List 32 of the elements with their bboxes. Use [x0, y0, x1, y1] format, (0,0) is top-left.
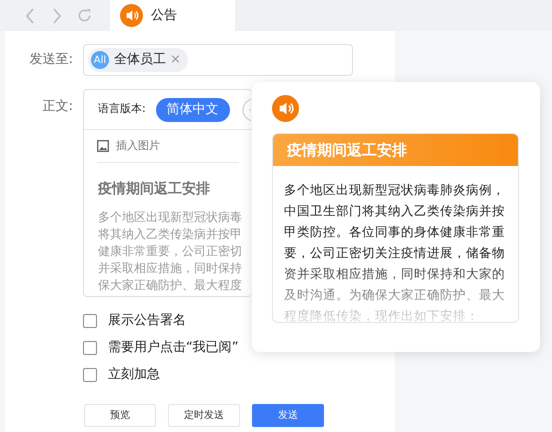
- recipient-field[interactable]: All 全体员工 ×: [83, 44, 353, 76]
- forward-icon[interactable]: [52, 8, 62, 24]
- speaker-icon: [272, 95, 299, 122]
- editor-text-line: 将其纳入乙类传染病并按甲: [98, 226, 242, 243]
- field-label: 发送至:: [28, 51, 74, 70]
- field-label: 正文:: [42, 98, 74, 116]
- editor-text-line: 保大家正确防护、最大程度: [98, 277, 242, 294]
- editor-text-line: 多个地区出现新型冠状病毒: [98, 209, 242, 226]
- preview-text: 多个地区出现新型冠状病毒肺炎病例，中国卫生部门将其纳入乙类传染病并按甲类防控。各位同事的身体健康非常重要，公司正密切关注疫情进展，储备物资并采取相应措施，同时保持和大家的及时沟通。为确保大家正确防护、最大程度降低传染，现作出如下安排：: [284, 181, 506, 322]
- checkbox-label: 需要用户点击“我已阅”: [108, 339, 238, 358]
- action-button[interactable]: 预览: [84, 404, 156, 427]
- avatar: All: [91, 51, 109, 69]
- checkbox-label: 立刻加急: [108, 366, 160, 384]
- checkbox[interactable]: [83, 368, 97, 382]
- checkbox[interactable]: [83, 341, 97, 355]
- language-tab[interactable]: 简体中文: [156, 98, 230, 122]
- reload-icon[interactable]: [77, 8, 92, 23]
- checkbox[interactable]: [83, 314, 97, 328]
- back-icon[interactable]: [25, 8, 35, 24]
- action-button[interactable]: 定时发送: [168, 404, 240, 427]
- action-button[interactable]: 发送: [252, 404, 324, 427]
- recipient-chip: All 全体员工 ×: [88, 48, 188, 72]
- editor-text-line: 健康非常重要，公司正密切: [98, 243, 242, 260]
- speaker-icon: [120, 4, 143, 27]
- editor-title: 疫情期间返工安排: [98, 180, 210, 199]
- checkbox-label: 展示公告署名: [108, 312, 186, 330]
- editor-text-line: 并采取相应措施，同时保持: [98, 260, 242, 277]
- image-icon[interactable]: [97, 140, 109, 152]
- browser-tab[interactable]: 公告: [110, 0, 235, 31]
- preview-title: 疫情期间返工安排: [273, 134, 518, 166]
- insert-image-button[interactable]: 插入图片: [116, 138, 160, 154]
- language-label: 语言版本:: [98, 101, 146, 118]
